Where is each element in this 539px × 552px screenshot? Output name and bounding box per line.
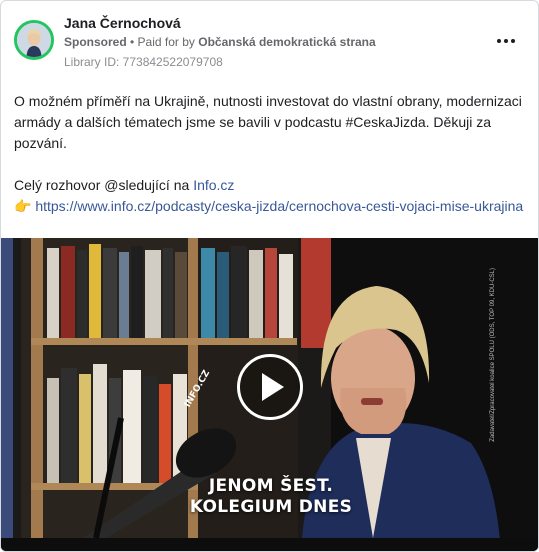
caption-line: KOLEGIUM DNES: [189, 497, 353, 517]
video-caption: JENOM ŠEST. KOLEGIUM DNES: [151, 476, 391, 518]
post-paragraph: O možném příměří na Ukrajině, nutnosti i…: [14, 93, 522, 151]
payer-link[interactable]: Občanská demokratická strana: [198, 35, 375, 49]
url-line: 👉 https://www.info.cz/podcasty/ceska-jiz…: [14, 196, 526, 218]
avatar-image: [17, 23, 51, 57]
more-options-button[interactable]: [494, 31, 518, 51]
more-horizontal-icon: [497, 39, 501, 43]
more-horizontal-icon: [504, 39, 508, 43]
caption-line: JENOM ŠEST.: [208, 476, 334, 496]
info-cz-link[interactable]: Info.cz: [193, 177, 234, 193]
library-id: Library ID: 773842522079708: [64, 55, 223, 69]
interview-line: Celý rozhovor @sledující na Info.cz: [14, 175, 526, 196]
pointing-hand-icon: 👉: [14, 199, 32, 215]
post-body: O možném příměří na Ukrajině, nutnosti i…: [14, 91, 526, 218]
author-name[interactable]: Jana Černochová: [64, 15, 181, 31]
interview-prefix: Celý rozhovor @sledující na: [14, 177, 194, 193]
side-credit: Zadavatel/Zpracovatel koalice SPOLU (ODS…: [490, 268, 496, 442]
avatar[interactable]: [14, 20, 54, 60]
sponsorship-line: Sponsored • Paid for by Občanská demokra…: [64, 35, 376, 49]
video-player[interactable]: INFO.CZ Zadavatel/Zpracovatel koalice SP…: [1, 238, 538, 551]
paid-for-by-label: Paid for by: [137, 35, 199, 49]
separator: •: [126, 35, 138, 49]
play-icon: [262, 373, 284, 401]
article-url-link[interactable]: https://www.info.cz/podcasty/ceska-jizda…: [35, 198, 523, 214]
sponsored-label: Sponsored: [64, 35, 127, 49]
play-button[interactable]: [237, 354, 303, 420]
more-horizontal-icon: [511, 39, 515, 43]
ad-post-card: Jana Černochová Sponsored • Paid for by …: [0, 0, 539, 552]
